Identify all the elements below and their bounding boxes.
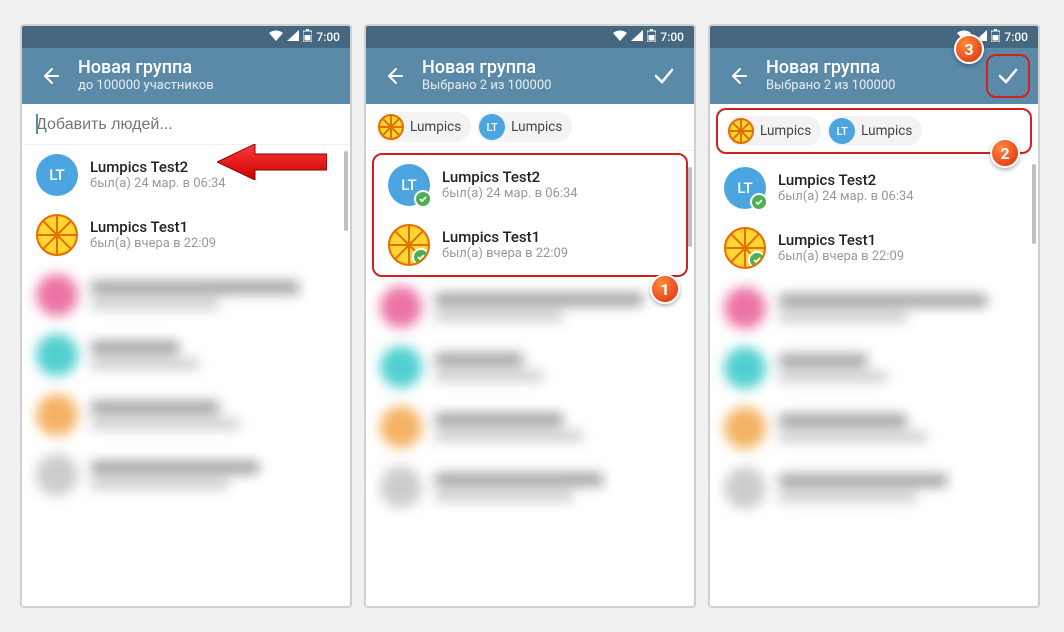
header-text: Новая группа Выбрано 2 из 100000	[766, 58, 986, 93]
header-title: Новая группа	[766, 58, 986, 78]
contact-item[interactable]: LT Lumpics Test2 был(а) 24 мар. в 06:34	[374, 155, 686, 215]
chip[interactable]: LT Lumpics	[477, 112, 572, 142]
avatar	[724, 227, 766, 269]
confirm-button[interactable]	[642, 54, 686, 98]
back-button[interactable]	[34, 60, 66, 92]
header-subtitle: до 100000 участников	[78, 78, 342, 94]
confirm-button-highlighted[interactable]	[986, 54, 1030, 98]
contact-name: Lumpics Test1	[442, 228, 672, 246]
header-text: Новая группа Выбрано 2 из 100000	[422, 58, 642, 93]
contact-status: был(а) вчера в 22:09	[778, 249, 1024, 266]
blurred-contact	[22, 445, 350, 505]
contact-name: Lumpics Test1	[90, 218, 336, 236]
status-bar: 7:00	[366, 26, 694, 48]
avatar	[36, 214, 78, 256]
contact-status: был(а) вчера в 22:09	[90, 236, 336, 253]
selected-chips: Lumpics LT Lumpics	[366, 104, 694, 151]
avatar: LT	[388, 164, 430, 206]
contact-item[interactable]: Lumpics Test1 был(а) вчера в 22:09	[710, 218, 1038, 278]
contact-name: Lumpics Test2	[442, 168, 672, 186]
header-title: Новая группа	[422, 58, 642, 78]
blurred-contact	[22, 385, 350, 445]
blurred-contact	[710, 278, 1038, 338]
chip-avatar	[728, 118, 754, 144]
blurred-contact	[366, 457, 694, 517]
check-badge-icon	[412, 248, 430, 266]
battery-icon	[303, 29, 312, 45]
wifi-icon	[613, 30, 627, 44]
contact-list-highlighted: LT Lumpics Test2 был(а) 24 мар. в 06:34 …	[372, 153, 688, 277]
contact-item[interactable]: Lumpics Test1 был(а) вчера в 22:09	[22, 205, 350, 265]
check-badge-icon	[750, 193, 768, 211]
chip-avatar: LT	[829, 118, 855, 144]
scrollbar[interactable]	[688, 167, 692, 247]
chip-label: Lumpics	[861, 123, 912, 139]
app-header: Новая группа до 100000 участников	[22, 48, 350, 104]
chip-avatar	[378, 114, 404, 140]
blurred-contact	[22, 325, 350, 385]
contact-status: был(а) 24 мар. в 06:34	[442, 186, 672, 203]
phone-screen-2: 7:00 Новая группа Выбрано 2 из 100000 Lu…	[364, 24, 696, 608]
avatar	[388, 224, 430, 266]
back-button[interactable]	[722, 60, 754, 92]
chip[interactable]: Lumpics	[376, 112, 471, 142]
status-bar: 7:00	[22, 26, 350, 48]
contact-item[interactable]: LT Lumpics Test2 был(а) 24 мар. в 06:34	[22, 145, 350, 205]
back-button[interactable]	[378, 60, 410, 92]
blurred-contact	[366, 277, 694, 337]
search-row[interactable]	[22, 104, 350, 145]
annotation-badge-1: 1	[650, 274, 680, 304]
contact-name: Lumpics Test2	[778, 171, 1024, 189]
app-header: Новая группа Выбрано 2 из 100000	[710, 48, 1038, 104]
chip-label: Lumpics	[410, 119, 461, 135]
annotation-badge-2: 2	[990, 138, 1020, 168]
check-badge-icon	[748, 251, 766, 269]
status-time: 7:00	[316, 30, 340, 44]
status-time: 7:00	[660, 30, 684, 44]
annotation-badge-3: 3	[954, 34, 984, 64]
contact-item[interactable]: LT Lumpics Test2 был(а) 24 мар. в 06:34	[710, 158, 1038, 218]
contact-status: был(а) 24 мар. в 06:34	[778, 189, 1024, 206]
chip-label: Lumpics	[760, 123, 811, 139]
contact-name: Lumpics Test1	[778, 231, 1024, 249]
avatar: LT	[36, 154, 78, 196]
blurred-contact	[22, 265, 350, 325]
header-subtitle: Выбрано 2 из 100000	[422, 78, 642, 94]
text-cursor	[36, 114, 38, 134]
blurred-contact	[710, 398, 1038, 458]
cell-icon	[287, 30, 299, 44]
contact-status: был(а) вчера в 22:09	[442, 246, 672, 263]
status-time: 7:00	[1004, 30, 1028, 44]
header-text: Новая группа до 100000 участников	[78, 58, 342, 93]
blurred-contact	[710, 338, 1038, 398]
blurred-contact	[366, 337, 694, 397]
blurred-contact	[366, 397, 694, 457]
wifi-icon	[269, 30, 283, 44]
check-badge-icon	[414, 190, 432, 208]
cell-icon	[631, 30, 643, 44]
battery-icon	[647, 29, 656, 45]
status-bar: 7:00	[710, 26, 1038, 48]
chip[interactable]: Lumpics	[726, 116, 821, 146]
contact-name: Lumpics Test2	[90, 158, 336, 176]
contact-list: LT Lumpics Test2 был(а) 24 мар. в 06:34 …	[22, 145, 350, 505]
contact-item[interactable]: Lumpics Test1 был(а) вчера в 22:09	[374, 215, 686, 275]
app-header: Новая группа Выбрано 2 из 100000	[366, 48, 694, 104]
phone-screen-3: 7:00 Новая группа Выбрано 2 из 100000 3 …	[708, 24, 1040, 608]
chip-label: Lumpics	[511, 119, 562, 135]
contact-status: был(а) 24 мар. в 06:34	[90, 176, 336, 193]
search-input[interactable]	[36, 116, 336, 134]
phone-screen-1: 7:00 Новая группа до 100000 участников L…	[20, 24, 352, 608]
battery-icon	[991, 29, 1000, 45]
avatar: LT	[724, 167, 766, 209]
selected-chips-highlighted: Lumpics LT Lumpics	[716, 108, 1032, 154]
blurred-contact	[710, 458, 1038, 518]
contact-list	[366, 277, 694, 517]
contact-list: LT Lumpics Test2 был(а) 24 мар. в 06:34 …	[710, 158, 1038, 518]
header-title: Новая группа	[78, 58, 342, 78]
chip[interactable]: LT Lumpics	[827, 116, 922, 146]
header-subtitle: Выбрано 2 из 100000	[766, 78, 986, 94]
chip-avatar: LT	[479, 114, 505, 140]
